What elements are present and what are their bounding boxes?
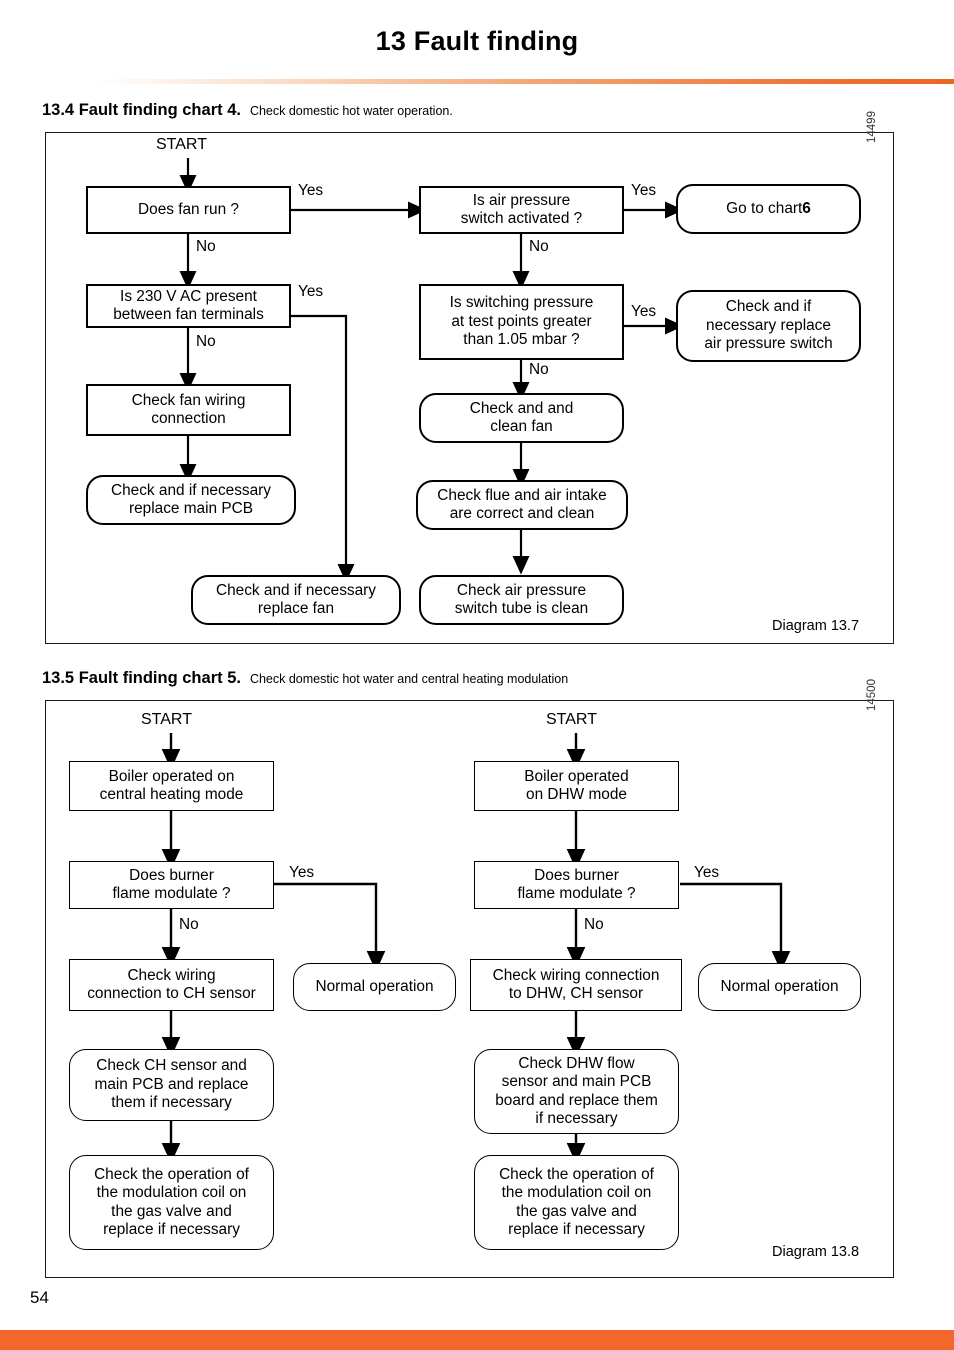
chart5-right-label-no: No: [584, 916, 604, 933]
chart4-node-does-fan-run[interactable]: Does fan run ?: [86, 186, 291, 234]
chart4-node-air-pressure-switch[interactable]: Is air pressure switch activated ?: [419, 186, 624, 234]
section-subtitle-13-4: Check domestic hot water operation.: [249, 104, 453, 118]
chart5-right-label-yes: Yes: [694, 864, 720, 881]
chart5-right-node-burner-modulate[interactable]: Does burner flame modulate ?: [474, 861, 679, 909]
section-heading-13-5: 13.5 Fault finding chart 5. Check domesti…: [42, 669, 568, 688]
chart4-id-code: 14499: [866, 111, 878, 143]
chart5-right-node-check-dhw-sensor[interactable]: Check DHW flow sensor and main PCB board…: [474, 1049, 679, 1134]
chart4-label-aps-yes: Yes: [631, 182, 657, 199]
chart4-label-pressure-yes: Yes: [631, 303, 657, 320]
chart5-left-label-no: No: [179, 916, 199, 933]
chart5-id-code: 14500: [866, 679, 878, 711]
footer-accent-bar: [0, 1330, 954, 1350]
chart4-node-switch-tube-clean[interactable]: Check air pressure switch tube is clean: [419, 575, 624, 625]
chart4-node-replace-main-pcb[interactable]: Check and if necessary replace main PCB: [86, 475, 296, 525]
chart4-label-fan-run-yes: Yes: [298, 182, 324, 199]
chart5-right-node-boiler-mode[interactable]: Boiler operated on DHW mode: [474, 761, 679, 811]
chart4-label-v230-yes: Yes: [298, 283, 324, 300]
chart4-go-to-chart-6-text: Go to chart: [726, 199, 803, 217]
chart5-right-node-check-modulation-coil[interactable]: Check the operation of the modulation co…: [474, 1155, 679, 1250]
chart4-node-replace-fan[interactable]: Check and if necessary replace fan: [191, 575, 401, 625]
chart5-left-node-normal-operation[interactable]: Normal operation: [293, 963, 456, 1011]
chart4-node-check-fan-wiring[interactable]: Check fan wiring connection: [86, 384, 291, 436]
chart5-diagram-caption: Diagram 13.8: [772, 1244, 860, 1260]
chart5-left-node-check-modulation-coil[interactable]: Check the operation of the modulation co…: [69, 1155, 274, 1250]
fault-finding-chart-4: START Yes No Yes No Yes No Yes No Does f…: [45, 111, 894, 644]
chart5-right-node-check-wiring[interactable]: Check wiring connection to DHW, CH senso…: [470, 959, 682, 1011]
section-subtitle-13-5: Check domestic hot water and central hea…: [249, 672, 569, 686]
chart5-left-label-yes: Yes: [289, 864, 315, 881]
chart4-node-replace-air-pressure-switch[interactable]: Check and if necessary replace air press…: [676, 290, 861, 362]
chart5-left-node-check-wiring[interactable]: Check wiring connection to CH sensor: [69, 959, 274, 1011]
chart4-label-v230-no: No: [196, 333, 216, 350]
chart4-node-go-to-chart-6[interactable]: Go to chart 6: [676, 184, 861, 234]
chart5-right-start-label: START: [546, 711, 597, 728]
chart4-node-230v-present[interactable]: Is 230 V AC present between fan terminal…: [86, 284, 291, 328]
chart4-go-to-chart-6-number: 6: [802, 199, 811, 217]
chart5-left-node-check-ch-sensor[interactable]: Check CH sensor and main PCB and replace…: [69, 1049, 274, 1121]
section-number-13-4: 13.4 Fault finding chart 4.: [42, 101, 241, 119]
chart4-node-clean-fan[interactable]: Check and and clean fan: [419, 393, 624, 443]
chart4-node-check-flue-intake[interactable]: Check flue and air intake are correct an…: [416, 480, 628, 530]
page-number: 54: [30, 1288, 49, 1307]
chart4-start-label: START: [156, 136, 207, 153]
chart-4-canvas: START Yes No Yes No Yes No Yes No Does f…: [46, 111, 893, 643]
chart5-left-node-burner-modulate[interactable]: Does burner flame modulate ?: [69, 861, 274, 909]
title-gradient-rule: [95, 79, 954, 84]
fault-finding-chart-5: START Yes No START Yes No Boiler operate…: [45, 679, 894, 1278]
chart-5-canvas: START Yes No START Yes No Boiler operate…: [46, 679, 893, 1277]
chart4-label-pressure-no: No: [529, 361, 549, 378]
chart4-label-aps-no: No: [529, 238, 549, 255]
chart4-label-fan-run-no: No: [196, 238, 216, 255]
chart4-node-switching-pressure[interactable]: Is switching pressure at test points gre…: [419, 284, 624, 360]
chart5-right-node-normal-operation[interactable]: Normal operation: [698, 963, 861, 1011]
page-title: 13 Fault finding: [375, 26, 579, 56]
section-number-13-5: 13.5 Fault finding chart 5.: [42, 669, 241, 687]
chart5-left-start-label: START: [141, 711, 192, 728]
chart5-left-node-boiler-mode[interactable]: Boiler operated on central heating mode: [69, 761, 274, 811]
chart4-diagram-caption: Diagram 13.7: [772, 618, 860, 634]
section-heading-13-4: 13.4 Fault finding chart 4. Check domesti…: [42, 101, 453, 120]
